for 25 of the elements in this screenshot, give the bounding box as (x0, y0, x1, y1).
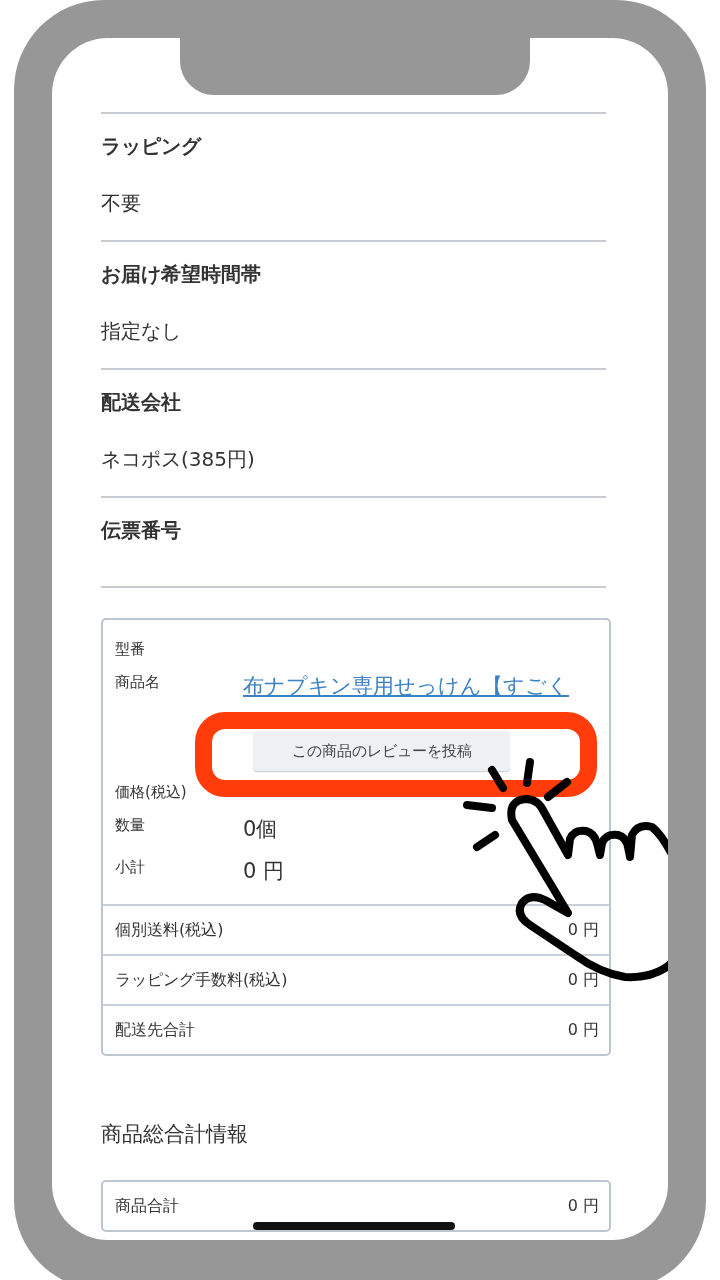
section-value: ネコポス(385円) (101, 446, 256, 473)
row-value: 0 円 (567, 919, 599, 941)
field-label: 商品名 (115, 672, 161, 693)
field-label: 価格(税込) (115, 782, 188, 803)
field-label: 数量 (115, 815, 146, 836)
field-label: 小計 (115, 857, 146, 878)
row-value: 0 円 (567, 1195, 599, 1217)
row-label: ラッピング手数料(税込) (115, 969, 288, 991)
field-label: 型番 (115, 639, 146, 660)
row-value: 0 円 (567, 969, 599, 991)
section-title: 配送会社 (101, 389, 182, 416)
section-title: ラッピング (101, 133, 203, 160)
product-link[interactable]: 布ナプキン専用せっけん【すごく (243, 674, 569, 698)
section-value: 不要 (101, 190, 142, 217)
post-review-button[interactable]: この商品のレビューを投稿 (253, 731, 510, 771)
row-label: 商品合計 (115, 1195, 179, 1217)
row-value: 0 円 (567, 1019, 599, 1041)
section-title: お届け希望時間帯 (101, 261, 262, 288)
field-value: 0個 (243, 817, 278, 841)
section-title: 伝票番号 (101, 517, 182, 544)
row-label: 配送先合計 (115, 1019, 195, 1041)
row-label: 個別送料(税込) (115, 919, 224, 941)
section-value: 指定なし (101, 318, 182, 345)
section-heading: 商品総合計情報 (101, 1121, 249, 1148)
field-value: 0 円 (243, 859, 285, 883)
